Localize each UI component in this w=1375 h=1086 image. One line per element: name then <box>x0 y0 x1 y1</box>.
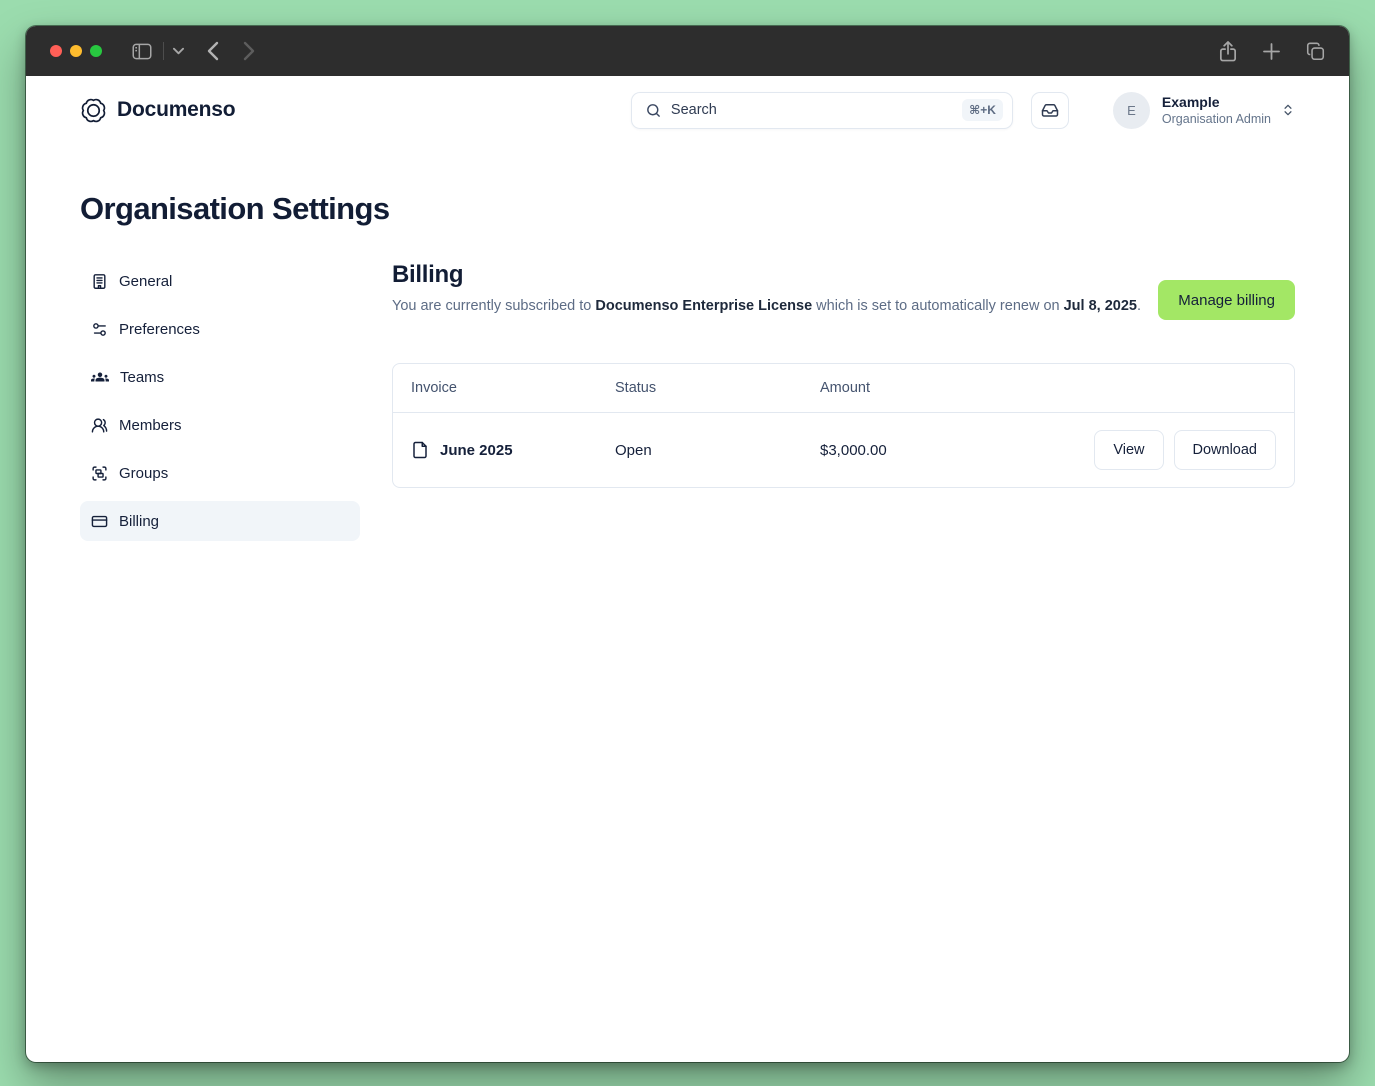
sidebar-item-label: Groups <box>119 465 168 482</box>
documenso-logo[interactable]: Documenso <box>80 97 235 124</box>
sliders-icon <box>91 321 108 338</box>
sidebar-item-general[interactable]: General <box>80 261 360 301</box>
share-icon[interactable] <box>1219 41 1237 62</box>
invoice-status: Open <box>615 442 820 459</box>
column-header-status: Status <box>615 380 820 396</box>
chevron-down-icon[interactable] <box>173 47 184 55</box>
zoom-button[interactable] <box>90 45 102 57</box>
subscription-text: . <box>1137 298 1141 314</box>
invoices-table-header: Invoice Status Amount <box>393 364 1294 413</box>
building-icon <box>91 273 108 290</box>
inbox-button[interactable] <box>1031 92 1069 129</box>
browser-window: Documenso ⌘+K <box>26 26 1349 1062</box>
sidebar-item-members[interactable]: Members <box>80 405 360 445</box>
user-menu[interactable]: E Example Organisation Admin <box>1113 92 1295 129</box>
page-title: Organisation Settings <box>80 191 1295 227</box>
group-frame-icon <box>91 465 108 482</box>
subscription-text: You are currently subscribed to <box>392 298 595 314</box>
traffic-lights <box>50 45 102 57</box>
close-button[interactable] <box>50 45 62 57</box>
titlebar-divider <box>163 42 164 60</box>
back-button[interactable] <box>206 41 219 61</box>
sidebar-toggle-icon[interactable] <box>132 43 152 60</box>
subscription-text: which is set to automatically renew on <box>812 298 1063 314</box>
minimize-button[interactable] <box>70 45 82 57</box>
sidebar-item-label: Members <box>119 417 182 434</box>
invoices-table: Invoice Status Amount Jun <box>392 363 1295 488</box>
subscription-plan: Documenso Enterprise License <box>595 298 812 314</box>
invoice-amount: $3,000.00 <box>820 442 1094 459</box>
app-header: Documenso ⌘+K <box>26 76 1349 144</box>
search-icon <box>645 102 662 119</box>
file-icon <box>411 440 429 460</box>
download-invoice-button[interactable]: Download <box>1174 430 1277 470</box>
new-tab-icon[interactable] <box>1262 42 1281 61</box>
credit-card-icon <box>91 513 108 530</box>
sidebar-item-billing[interactable]: Billing <box>80 501 360 541</box>
browser-titlebar <box>26 26 1349 76</box>
brand-name: Documenso <box>117 98 235 122</box>
settings-sidebar: General Preferences <box>80 261 360 541</box>
tab-overview-icon[interactable] <box>1306 42 1325 61</box>
billing-heading: Billing <box>392 261 1141 289</box>
avatar-initial: E <box>1127 103 1136 118</box>
people-group-icon <box>91 368 109 386</box>
users-icon <box>91 417 108 434</box>
user-name: Example <box>1162 94 1271 111</box>
documenso-logo-icon <box>80 97 107 124</box>
column-header-amount: Amount <box>820 380 1276 396</box>
search-bar[interactable]: ⌘+K <box>631 92 1013 129</box>
sidebar-item-teams[interactable]: Teams <box>80 357 360 397</box>
sidebar-item-groups[interactable]: Groups <box>80 453 360 493</box>
sidebar-item-label: Teams <box>120 369 164 386</box>
chevrons-up-down-icon <box>1281 103 1295 117</box>
view-invoice-button[interactable]: View <box>1094 430 1163 470</box>
invoice-row: June 2025 Open $3,000.00 View Download <box>393 413 1294 487</box>
subscription-description: You are currently subscribed to Documens… <box>392 298 1141 314</box>
sidebar-item-label: General <box>119 273 172 290</box>
sidebar-item-preferences[interactable]: Preferences <box>80 309 360 349</box>
sidebar-item-label: Billing <box>119 513 159 530</box>
inbox-icon <box>1041 101 1059 119</box>
search-shortcut-badge: ⌘+K <box>962 99 1003 121</box>
avatar: E <box>1113 92 1150 129</box>
search-input[interactable] <box>671 102 953 118</box>
renewal-date: Jul 8, 2025 <box>1064 298 1137 314</box>
billing-panel: Billing You are currently subscribed to … <box>392 261 1295 541</box>
column-header-invoice: Invoice <box>411 380 615 396</box>
invoice-name: June 2025 <box>440 442 513 459</box>
user-role: Organisation Admin <box>1162 112 1271 126</box>
sidebar-item-label: Preferences <box>119 321 200 338</box>
manage-billing-button[interactable]: Manage billing <box>1158 280 1295 320</box>
forward-button[interactable] <box>243 41 256 61</box>
